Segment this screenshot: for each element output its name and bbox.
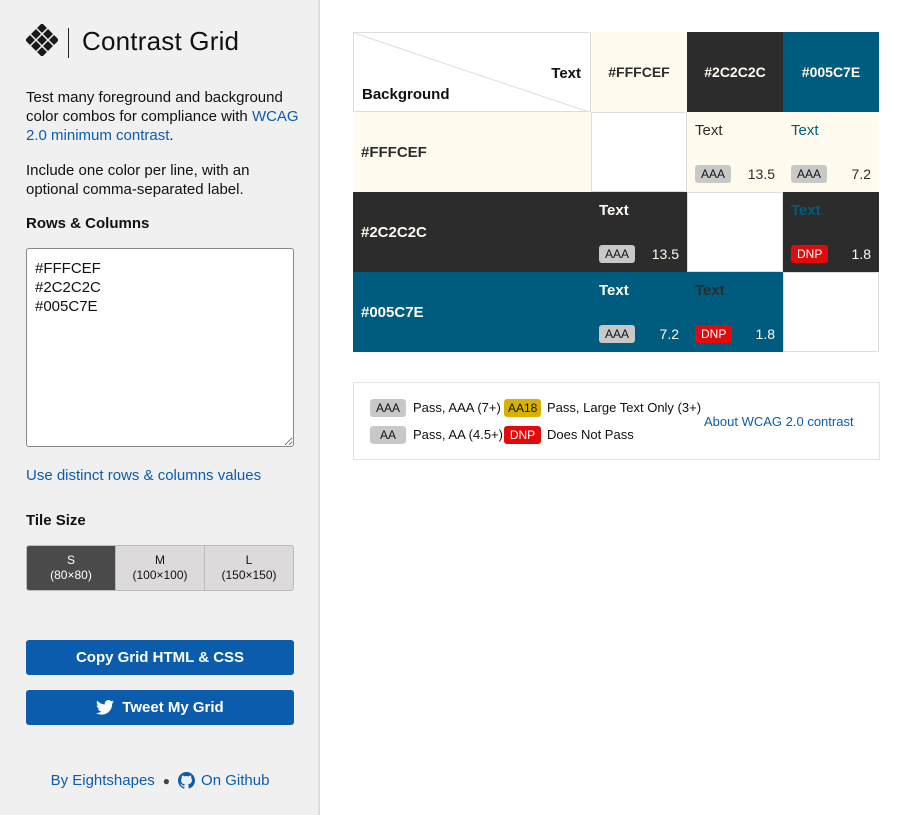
tile-size-dims-s: (80×80): [50, 568, 92, 582]
tile-badge: AAA: [599, 245, 636, 263]
description-end: .: [169, 127, 174, 144]
description-text: Test many foreground and background colo…: [26, 89, 283, 125]
tile-contrast-ratio: 13.5: [651, 246, 679, 262]
tile-sample-text: Text: [695, 122, 723, 139]
tile-contrast-ratio: 7.2: [851, 166, 871, 182]
column-header: #2C2C2C: [687, 32, 783, 112]
app-title: Contrast Grid: [82, 26, 240, 56]
tile-badge: AAA: [695, 165, 732, 183]
tile-size-label-l: L: [245, 553, 253, 567]
legend-dnp-text: Does Not Pass: [547, 427, 634, 442]
tile-contrast-ratio: 1.8: [755, 326, 775, 342]
empty-tile: [783, 272, 879, 352]
distinct-values-link[interactable]: Use distinct rows & columns values: [26, 467, 261, 484]
legend-aa18-badge: AA18: [504, 399, 541, 417]
row-header: #2C2C2C: [353, 192, 591, 272]
instructions: Include one color per line, with an opti…: [26, 162, 250, 198]
twitter-icon: [96, 700, 115, 715]
legend-aaa-badge: AAA: [370, 399, 406, 417]
legend-aa-badge: AA: [370, 426, 406, 444]
tile-size-selector: S (80×80) M (100×100) L (150×150): [26, 545, 294, 591]
contrast-tile: Text AAA 13.5: [687, 112, 783, 192]
row-header: #FFFCEF: [353, 112, 591, 192]
tile-contrast-ratio: 7.2: [659, 326, 679, 342]
contrast-tile: Text DNP 1.8: [783, 192, 879, 272]
tile-contrast-ratio: 1.8: [851, 246, 871, 262]
tile-sample-text: Text: [791, 122, 819, 139]
tile-size-dims-l: (150×150): [221, 568, 277, 582]
grid-corner: Text Background: [353, 32, 591, 112]
tile-badge: AAA: [599, 325, 636, 343]
about-wcag-link[interactable]: About WCAG 2.0 contrast: [704, 414, 854, 429]
corner-background-label: Background: [362, 86, 450, 103]
legend: AAA Pass, AAA (7+) AA18 Pass, Large Text…: [353, 382, 880, 460]
github-link[interactable]: On Github: [178, 772, 269, 789]
eightshapes-link[interactable]: By Eightshapes: [51, 772, 155, 789]
rows-columns-label: Rows & Columns: [26, 215, 150, 232]
contrast-tile: Text AAA 13.5: [591, 192, 687, 272]
legend-aa-text: Pass, AA (4.5+): [413, 427, 503, 442]
tile-size-large-button[interactable]: L (150×150): [204, 546, 293, 590]
sidebar: Contrast Grid Test many foreground and b…: [0, 0, 320, 815]
github-link-label: On Github: [201, 772, 270, 789]
tile-size-small-button[interactable]: S (80×80): [27, 546, 115, 590]
contrast-tile: Text AAA 7.2: [591, 272, 687, 352]
tile-badge: DNP: [695, 325, 733, 343]
column-header: #FFFCEF: [591, 32, 687, 112]
copy-grid-label: Copy Grid HTML & CSS: [75, 649, 245, 666]
github-icon: [178, 772, 196, 789]
tile-contrast-ratio: 13.5: [747, 166, 775, 182]
copy-grid-button[interactable]: Copy Grid HTML & CSS: [26, 640, 294, 675]
tile-sample-text: Text: [599, 202, 629, 219]
tile-size-label-s: S: [66, 553, 75, 567]
colors-textarea[interactable]: [26, 248, 294, 447]
corner-text-label: Text: [551, 65, 581, 82]
contrast-tile: Text DNP 1.8: [687, 272, 783, 352]
tile-size-dims-m: (100×100): [132, 568, 188, 582]
footer-separator: ●: [162, 773, 171, 788]
logo-divider: [68, 28, 69, 58]
legend-aaa-text: Pass, AAA (7+): [413, 400, 501, 415]
legend-aa18-text: Pass, Large Text Only (3+): [547, 400, 702, 415]
tile-sample-text: Text: [695, 282, 725, 299]
empty-tile: [687, 192, 783, 272]
tile-size-label-m: M: [155, 553, 165, 567]
tweet-grid-label: Tweet My Grid: [122, 699, 224, 716]
tile-badge: DNP: [791, 245, 829, 263]
row-header: #005C7E: [353, 272, 591, 352]
tile-badge: AAA: [791, 165, 828, 183]
legend-dnp-badge: DNP: [504, 426, 541, 444]
contrast-grid-logo-icon: [26, 24, 58, 56]
tweet-grid-button[interactable]: Tweet My Grid: [26, 690, 294, 725]
tile-size-medium-button[interactable]: M (100×100): [115, 546, 204, 590]
empty-tile: [591, 112, 687, 192]
tile-size-label: Tile Size: [26, 512, 86, 529]
description: Test many foreground and background colo…: [26, 88, 306, 145]
tile-sample-text: Text: [599, 282, 629, 299]
tile-sample-text: Text: [791, 202, 821, 219]
column-header: #005C7E: [783, 32, 879, 112]
footer: By Eightshapes ● On Github: [0, 772, 320, 789]
contrast-tile: Text AAA 7.2: [783, 112, 879, 192]
